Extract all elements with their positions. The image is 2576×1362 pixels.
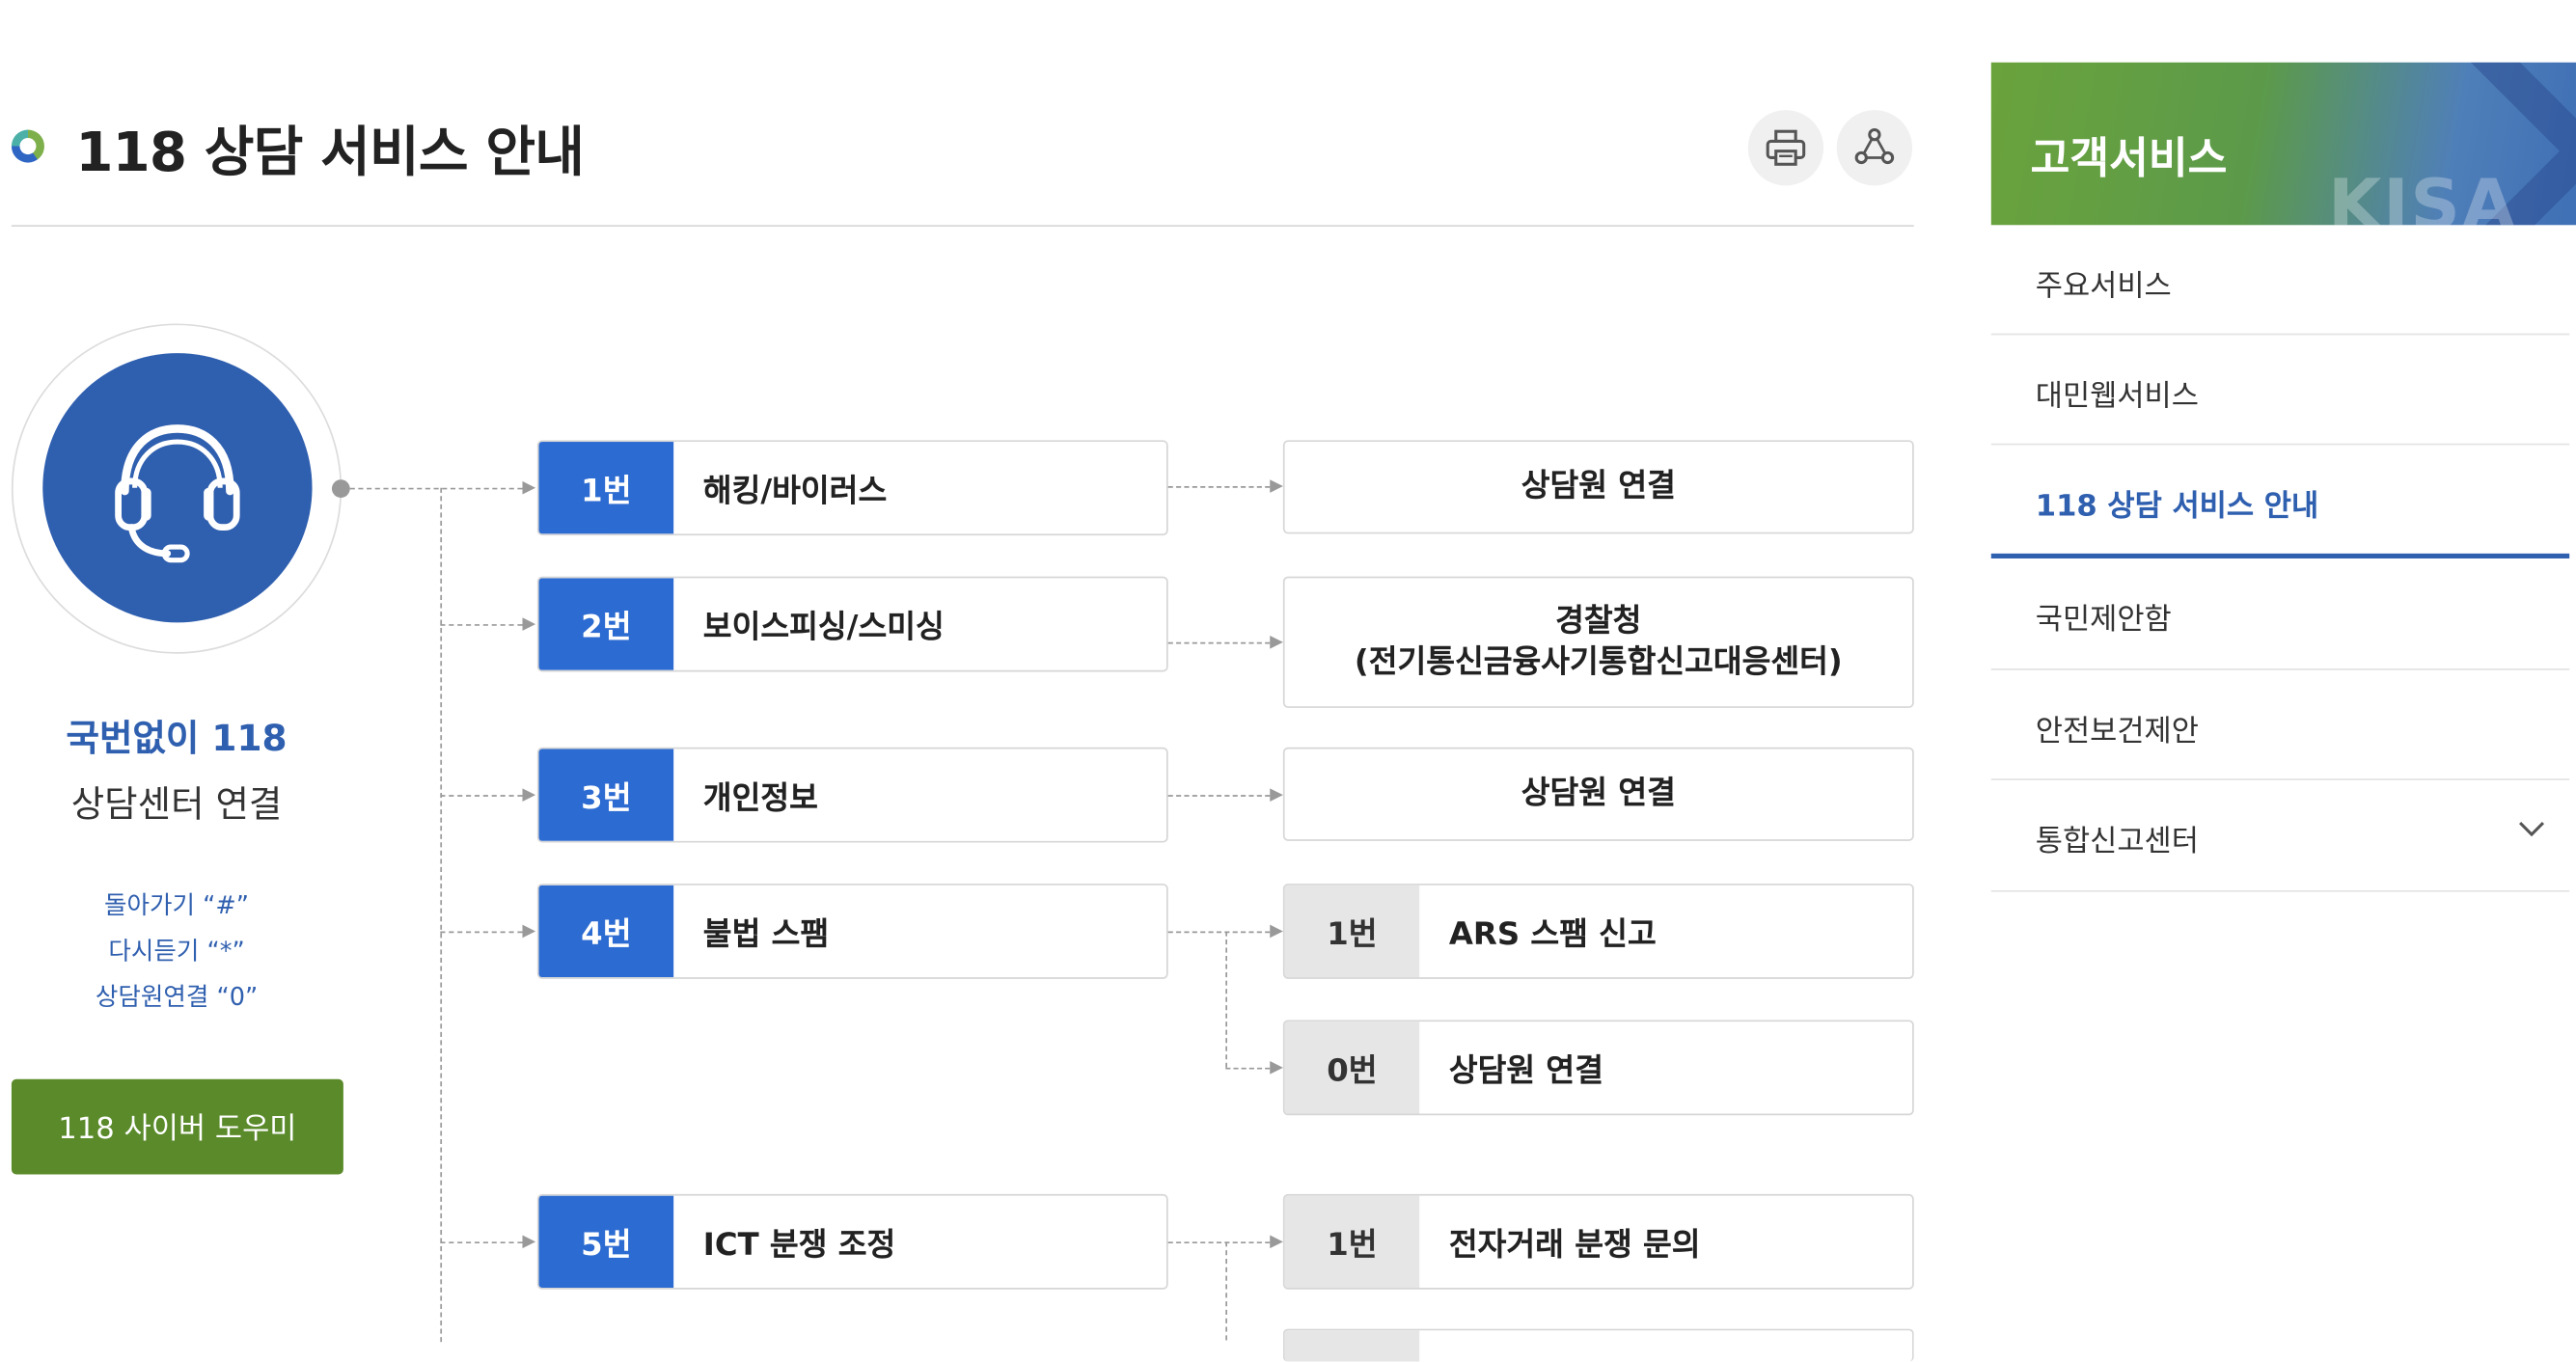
arrow xyxy=(1270,1235,1283,1249)
hint-repeat: 다시듣기 “*” xyxy=(108,936,245,967)
hint-agent: 상담원연결 “0” xyxy=(95,982,259,1012)
arrow xyxy=(1270,479,1283,493)
connector xyxy=(440,1241,523,1244)
connector-trunk xyxy=(440,487,443,1343)
badge-line1: 국번없이 118 xyxy=(66,719,288,761)
arrow xyxy=(522,480,536,495)
menu-option-2[interactable]: 2번 보이스피싱/스미싱 xyxy=(536,576,1168,672)
print-button[interactable] xyxy=(1747,110,1824,186)
menu-option-5[interactable]: 5번 ICT 분쟁 조정 xyxy=(536,1193,1168,1290)
share-icon xyxy=(1854,127,1895,165)
sidebar-item-report-center[interactable]: 통합신고센터 xyxy=(1990,780,2570,892)
menu-number: 2번 xyxy=(538,578,674,670)
connector xyxy=(440,795,523,797)
sidebar-item-label: 안전보건제안 xyxy=(2035,714,2199,749)
arrow xyxy=(522,617,536,631)
connector xyxy=(1167,641,1271,644)
menu-option-4[interactable]: 4번 불법 스팸 xyxy=(536,884,1168,979)
connector xyxy=(349,487,523,490)
connector xyxy=(1167,795,1271,797)
sidebar-item-main-services[interactable]: 주요서비스 xyxy=(1990,225,2570,336)
menu-number: 3번 xyxy=(538,749,674,841)
menu-number: 4번 xyxy=(538,885,674,978)
sidebar-title: 고객서비스 xyxy=(2030,134,2228,184)
sidebar-item-label: 국민제안함 xyxy=(2035,602,2172,638)
arrow xyxy=(1270,788,1283,802)
sub-number: 0번 xyxy=(1284,1022,1420,1114)
arrow xyxy=(522,1235,536,1249)
sub-label: ARS 스팸 신고 xyxy=(1448,915,1657,952)
connector xyxy=(440,624,523,626)
menu-option-3[interactable]: 3번 개인정보 xyxy=(536,747,1168,843)
menu-number: 5번 xyxy=(538,1195,674,1288)
kisa-logo: KISA xyxy=(2327,164,2517,226)
sidebar-item-label: 주요서비스 xyxy=(2035,269,2172,305)
sub-number: 1번 xyxy=(1284,1195,1420,1288)
menu-label: 보이스피싱/스미싱 xyxy=(702,608,945,645)
arrow xyxy=(1270,1061,1283,1075)
cyber-helper-button[interactable]: 118 사이버 도우미 xyxy=(11,1078,343,1175)
chevron-down-icon[interactable] xyxy=(2517,820,2547,839)
result-police-text: 경찰청 (전기통신금융사기통합신고대응센터) xyxy=(1285,578,1912,706)
result-agent-3: 상담원 연결 xyxy=(1282,747,1914,841)
result-agent-1: 상담원 연결 xyxy=(1282,440,1914,534)
result-label: 상담원 연결 xyxy=(1521,775,1676,812)
sidebar-item-web-services[interactable]: 대민웹서비스 xyxy=(1990,335,2570,446)
result-line1: 경찰청 xyxy=(1555,602,1642,640)
arrow xyxy=(1270,924,1283,939)
menu-label: ICT 분쟁 조정 xyxy=(702,1226,896,1263)
sidebar-item-label: 대민웹서비스 xyxy=(2035,379,2199,415)
menu-option-1[interactable]: 1번 해킹/바이러스 xyxy=(536,440,1168,536)
result-line2: (전기통신금융사기통합신고대응센터) xyxy=(1354,643,1843,680)
title-bullet-icon xyxy=(11,129,44,163)
sub-option-4-1[interactable]: 1번 ARS 스팸 신고 xyxy=(1282,884,1914,979)
sidebar-item-safety-proposal[interactable]: 안전보건제안 xyxy=(1990,670,2570,780)
sub-number: 1번 xyxy=(1284,885,1420,978)
sidebar-header: 고객서비스 KISA xyxy=(1990,62,2576,226)
result-police: 경찰청 (전기통신금융사기통합신고대응센터) xyxy=(1282,576,1914,708)
connector xyxy=(440,931,523,934)
hint-back: 돌아가기 “#” xyxy=(104,889,250,920)
arrow xyxy=(1270,635,1283,649)
share-button[interactable] xyxy=(1836,110,1913,186)
result-label: 상담원 연결 xyxy=(1521,468,1676,504)
connector xyxy=(1225,1241,1227,1341)
sub-option-5-next xyxy=(1282,1328,1914,1362)
menu-label: 불법 스팸 xyxy=(702,915,830,952)
sub-option-4-0[interactable]: 0번 상담원 연결 xyxy=(1282,1020,1914,1116)
menu-label: 개인정보 xyxy=(702,778,818,816)
sidebar-item-proposal[interactable]: 국민제안함 xyxy=(1990,558,2570,670)
menu-number: 1번 xyxy=(538,442,674,534)
connector xyxy=(1167,931,1271,934)
sub-label: 상담원 연결 xyxy=(1448,1051,1603,1089)
connector xyxy=(1225,1067,1271,1070)
headset-icon xyxy=(115,424,240,563)
badge-line2: 상담센터 연결 xyxy=(70,784,283,827)
connector xyxy=(1225,931,1227,1068)
print-icon xyxy=(1766,129,1806,166)
menu-label: 해킹/바이러스 xyxy=(702,472,888,509)
arrow xyxy=(522,788,536,802)
sidebar-item-label: 통합신고센터 xyxy=(2035,824,2199,859)
connector xyxy=(1167,486,1271,488)
header-divider xyxy=(11,225,1914,227)
sub-label: 전자거래 분쟁 문의 xyxy=(1448,1226,1701,1263)
sub-option-5-1[interactable]: 1번 전자거래 분쟁 문의 xyxy=(1282,1193,1914,1290)
badge-circle xyxy=(42,353,313,623)
sidebar-item-118-guide[interactable]: 118 상담 서비스 안내 xyxy=(1990,445,2570,558)
sidebar-item-label: 118 상담 서비스 안내 xyxy=(2035,489,2319,525)
arrow xyxy=(522,924,536,939)
sub-number-partial xyxy=(1284,1330,1420,1362)
connector xyxy=(1167,1241,1271,1244)
page-title: 118 상담 서비스 안내 xyxy=(75,120,585,184)
flow-start-dot xyxy=(331,479,350,498)
